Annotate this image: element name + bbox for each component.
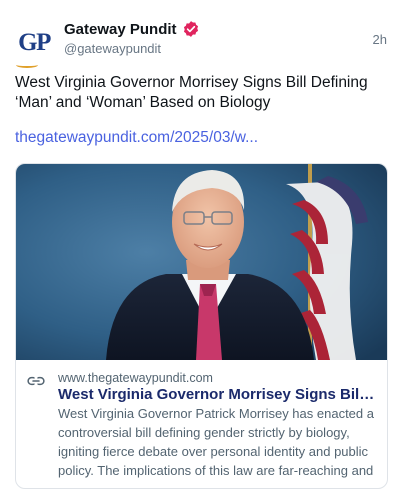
- avatar-swoosh: [16, 62, 38, 68]
- link-preview-card[interactable]: www.thegatewaypundit.com West Virginia G…: [15, 163, 388, 489]
- avatar-logo-text: GP: [18, 28, 51, 56]
- social-post: GP Gateway Pundit @gatewaypundit 2h West…: [0, 0, 403, 500]
- author-name-row[interactable]: Gateway Pundit: [64, 20, 200, 38]
- post-text: West Virginia Governor Morrisey Signs Bi…: [15, 74, 368, 111]
- link-icon: [27, 376, 45, 386]
- post-timestamp[interactable]: 2h: [373, 32, 387, 47]
- card-title[interactable]: West Virginia Governor Morrisey Signs Bi…: [58, 386, 378, 403]
- verified-badge-icon: [183, 21, 198, 37]
- post-link[interactable]: thegatewaypundit.com/2025/03/w...: [15, 129, 258, 147]
- avatar[interactable]: GP: [14, 22, 54, 68]
- card-image[interactable]: [16, 164, 388, 360]
- card-domain: www.thegatewaypundit.com: [58, 371, 213, 385]
- author-handle[interactable]: @gatewaypundit: [64, 41, 161, 56]
- author-name[interactable]: Gateway Pundit: [64, 21, 177, 38]
- card-description: West Virginia Governor Patrick Morrisey …: [58, 406, 374, 478]
